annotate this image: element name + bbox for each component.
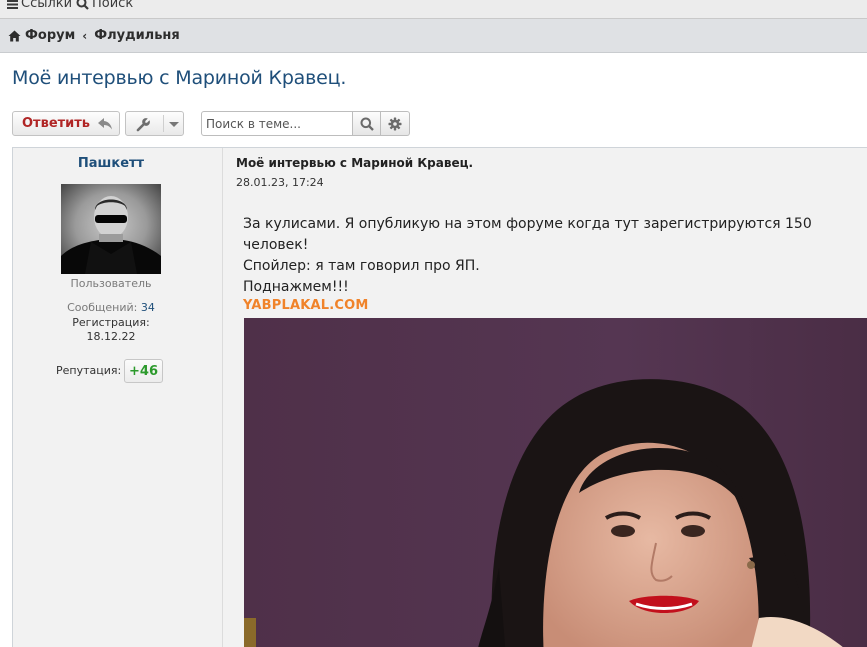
post-image[interactable] xyxy=(244,318,867,647)
post-body-line: За кулисами. Я опубликую на этом форуме … xyxy=(243,216,812,253)
topic-tools-button[interactable] xyxy=(125,111,184,136)
hamburger-icon xyxy=(7,0,18,9)
breadcrumb-separator: ‹ xyxy=(82,28,88,43)
image-watermark: YABPLAKAL.COM xyxy=(243,298,369,313)
gear-icon xyxy=(388,117,402,130)
breadcrumb-bar: Форум ‹ Флудильня xyxy=(0,19,867,53)
reply-arrow-icon xyxy=(98,117,113,129)
author-name[interactable]: Пашкетт xyxy=(13,156,209,171)
home-icon[interactable] xyxy=(8,30,21,42)
post: Пашкетт Пользователь Сообщений: 34 Регис… xyxy=(12,147,867,647)
breadcrumb-item-flood[interactable]: Флудильня xyxy=(94,28,180,43)
top-bar: Ссылки Поиск xyxy=(0,0,867,19)
reply-button[interactable]: Ответить xyxy=(12,111,120,136)
search-icon xyxy=(360,117,374,131)
post-author-panel: Пашкетт Пользователь Сообщений: 34 Регис… xyxy=(13,148,223,647)
author-messages: Сообщений: 34 xyxy=(13,301,209,314)
reply-label: Ответить xyxy=(22,116,91,131)
reputation-badge[interactable]: +46 xyxy=(124,359,163,383)
search-icon xyxy=(76,0,89,10)
topic-search-input[interactable] xyxy=(201,111,353,136)
links-menu[interactable]: Ссылки xyxy=(7,0,72,11)
chevron-down-icon xyxy=(169,122,179,127)
wrench-icon xyxy=(136,118,150,132)
search-submit-button[interactable] xyxy=(352,111,381,136)
registration-label: Регистрация: xyxy=(72,316,150,329)
breadcrumb-item-forum[interactable]: Форум xyxy=(25,28,75,43)
search-link[interactable]: Поиск xyxy=(76,0,133,11)
messages-label: Сообщений: xyxy=(67,301,138,314)
avatar[interactable] xyxy=(61,184,161,274)
page-title: Моё интервью с Мариной Кравец. xyxy=(12,67,347,89)
search-options-button[interactable] xyxy=(381,111,410,136)
reputation-label: Репутация: xyxy=(56,364,122,377)
author-role: Пользователь xyxy=(70,277,152,290)
post-subject: Моё интервью с Мариной Кравец. xyxy=(236,156,474,170)
post-date[interactable]: 28.01.23, 17:24 xyxy=(236,176,324,189)
messages-count[interactable]: 34 xyxy=(141,301,155,314)
links-label: Ссылки xyxy=(21,0,73,11)
search-label: Поиск xyxy=(92,0,134,11)
registration-date: 18.12.22 xyxy=(86,330,136,343)
post-body: За кулисами. Я опубликую на этом форуме … xyxy=(243,214,867,298)
tools-divider xyxy=(163,115,164,132)
post-body-line: Спойлер: я там говорил про ЯП. xyxy=(243,258,480,274)
breadcrumb: Форум ‹ Флудильня xyxy=(8,28,180,43)
post-body-line: Поднажмем!!! xyxy=(243,279,349,295)
